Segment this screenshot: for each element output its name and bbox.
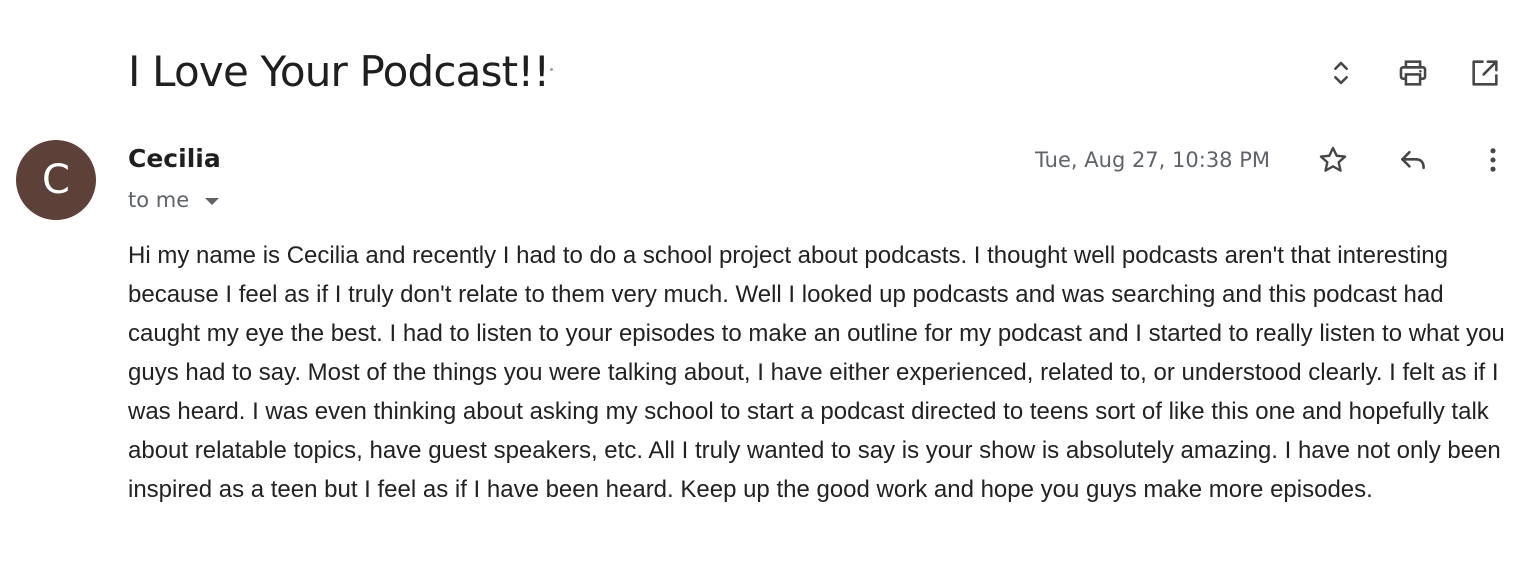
expand-collapse-icon — [1334, 61, 1348, 85]
reply-button[interactable] — [1390, 137, 1436, 183]
recipient-label: to me — [128, 188, 190, 212]
email-timestamp: Tue, Aug 27, 10:38 PM — [1035, 148, 1270, 172]
star-icon — [1319, 146, 1347, 172]
more-options-button[interactable] — [1470, 137, 1516, 183]
message-actions — [1310, 137, 1516, 183]
star-button[interactable] — [1310, 137, 1356, 183]
chevron-down-icon — [205, 197, 220, 205]
reply-icon — [1401, 150, 1425, 170]
print-icon — [1399, 60, 1427, 86]
subject-separator-dot — [550, 68, 553, 71]
thread-actions — [1318, 50, 1508, 96]
more-options-icon — [1490, 148, 1496, 172]
email-subject: I Love Your Podcast!! — [128, 47, 550, 96]
sender-avatar[interactable]: C — [16, 140, 96, 220]
recipient-details-toggle[interactable]: to me — [128, 186, 220, 214]
open-in-new-window-icon — [1472, 60, 1498, 86]
email-body: Hi my name is Cecilia and recently I had… — [128, 242, 1505, 503]
print-button[interactable] — [1390, 50, 1436, 96]
avatar-initial: C — [42, 157, 70, 203]
sender-name[interactable]: Cecilia — [128, 142, 221, 176]
open-in-new-window-button[interactable] — [1462, 50, 1508, 96]
expand-collapse-button[interactable] — [1318, 50, 1364, 96]
